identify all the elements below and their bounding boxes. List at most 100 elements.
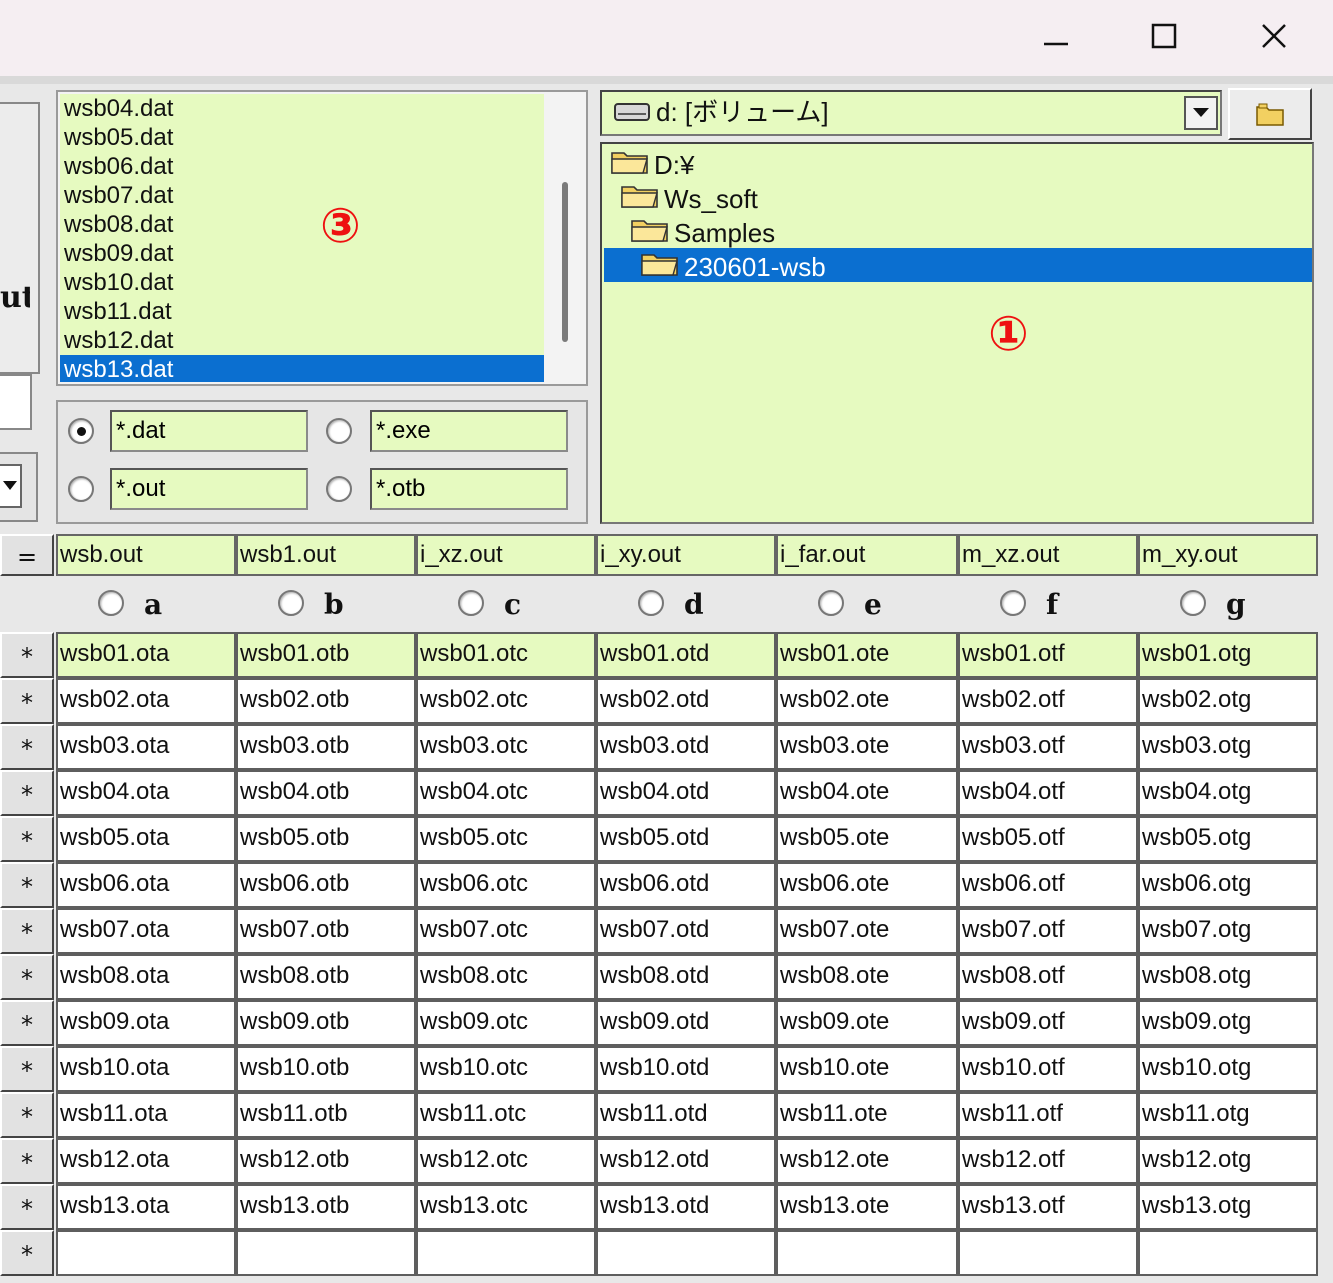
grid-cell[interactable]: wsb11.otd bbox=[596, 1092, 776, 1138]
grid-cell[interactable]: wsb04.otf bbox=[958, 770, 1138, 816]
grid-cell[interactable]: wsb13.ota bbox=[56, 1184, 236, 1230]
grid-cell[interactable]: wsb03.ota bbox=[56, 724, 236, 770]
grid-cell[interactable]: wsb10.otb bbox=[236, 1046, 416, 1092]
file-list-item[interactable]: wsb05.dat bbox=[60, 123, 544, 152]
row-select-button[interactable]: * bbox=[0, 1138, 54, 1184]
grid-cell[interactable]: wsb08.otb bbox=[236, 954, 416, 1000]
grid-cell[interactable]: wsb03.otb bbox=[236, 724, 416, 770]
grid-cell[interactable]: wsb06.otc bbox=[416, 862, 596, 908]
row-select-button[interactable]: * bbox=[0, 678, 54, 724]
grid-cell[interactable]: wsb02.ote bbox=[776, 678, 958, 724]
grid-cell[interactable]: wsb02.otf bbox=[958, 678, 1138, 724]
eq-button[interactable]: = bbox=[0, 534, 54, 576]
tree-item[interactable]: Ws_soft bbox=[620, 182, 758, 216]
grid-cell[interactable]: wsb08.otf bbox=[958, 954, 1138, 1000]
file-list-item[interactable]: wsb13.dat bbox=[60, 355, 544, 382]
file-list-item[interactable]: wsb04.dat bbox=[60, 94, 544, 123]
left-combo-arrow[interactable] bbox=[0, 464, 22, 508]
grid-cell[interactable]: wsb04.ota bbox=[56, 770, 236, 816]
filter-pattern-field[interactable]: *.dat bbox=[110, 410, 308, 452]
grid-cell[interactable]: wsb02.otb bbox=[236, 678, 416, 724]
row-select-button[interactable]: * bbox=[0, 954, 54, 1000]
grid-cell[interactable]: wsb10.otc bbox=[416, 1046, 596, 1092]
grid-cell[interactable]: wsb06.ote bbox=[776, 862, 958, 908]
grid-cell[interactable]: wsb01.ote bbox=[776, 632, 958, 678]
grid-cell[interactable]: wsb09.otb bbox=[236, 1000, 416, 1046]
grid-cell[interactable]: wsb02.otg bbox=[1138, 678, 1318, 724]
file-list[interactable]: wsb04.dat wsb05.dat wsb06.dat wsb07.dat wsb0… bbox=[60, 94, 544, 382]
grid-cell[interactable]: wsb04.otb bbox=[236, 770, 416, 816]
grid-cell[interactable]: wsb05.otd bbox=[596, 816, 776, 862]
grid-cell[interactable]: wsb07.otb bbox=[236, 908, 416, 954]
grid-cell[interactable]: wsb05.otg bbox=[1138, 816, 1318, 862]
column-header[interactable]: i_xy.out bbox=[596, 534, 776, 576]
column-header[interactable]: i_far.out bbox=[776, 534, 958, 576]
grid-cell[interactable] bbox=[416, 1230, 596, 1276]
file-list-item[interactable]: wsb10.dat bbox=[60, 268, 544, 297]
row-select-button[interactable]: * bbox=[0, 908, 54, 954]
grid-cell[interactable]: wsb01.otf bbox=[958, 632, 1138, 678]
grid-cell[interactable]: wsb10.otg bbox=[1138, 1046, 1318, 1092]
grid-cell[interactable] bbox=[958, 1230, 1138, 1276]
tree-item[interactable]: 230601-wsb bbox=[640, 250, 826, 284]
column-header[interactable]: wsb.out bbox=[56, 534, 236, 576]
grid-cell[interactable] bbox=[596, 1230, 776, 1276]
grid-cell[interactable]: wsb12.ote bbox=[776, 1138, 958, 1184]
grid-cell[interactable]: wsb13.otd bbox=[596, 1184, 776, 1230]
grid-cell[interactable]: wsb02.otd bbox=[596, 678, 776, 724]
grid-cell[interactable]: wsb10.otd bbox=[596, 1046, 776, 1092]
filter-radio[interactable] bbox=[68, 476, 94, 502]
grid-cell[interactable]: wsb05.otf bbox=[958, 816, 1138, 862]
grid-cell[interactable]: wsb06.ota bbox=[56, 862, 236, 908]
filter-pattern-field[interactable]: *.out bbox=[110, 468, 308, 510]
grid-cell[interactable]: wsb01.otg bbox=[1138, 632, 1318, 678]
close-button[interactable] bbox=[1246, 14, 1302, 58]
row-select-button[interactable]: * bbox=[0, 724, 54, 770]
file-list-item[interactable]: wsb12.dat bbox=[60, 326, 544, 355]
column-radio[interactable] bbox=[1000, 590, 1026, 616]
grid-cell[interactable]: wsb13.ote bbox=[776, 1184, 958, 1230]
grid-cell[interactable]: wsb02.otc bbox=[416, 678, 596, 724]
grid-cell[interactable]: wsb01.ota bbox=[56, 632, 236, 678]
file-list-item[interactable]: wsb07.dat bbox=[60, 181, 544, 210]
grid-cell[interactable]: wsb03.otd bbox=[596, 724, 776, 770]
filter-pattern-field[interactable]: *.otb bbox=[370, 468, 568, 510]
grid-cell[interactable]: wsb11.ota bbox=[56, 1092, 236, 1138]
grid-cell[interactable]: wsb13.otb bbox=[236, 1184, 416, 1230]
column-radio[interactable] bbox=[458, 590, 484, 616]
grid-cell[interactable]: wsb04.otc bbox=[416, 770, 596, 816]
grid-cell[interactable]: wsb03.otc bbox=[416, 724, 596, 770]
grid-cell[interactable]: wsb06.otd bbox=[596, 862, 776, 908]
grid-cell[interactable]: wsb09.otd bbox=[596, 1000, 776, 1046]
grid-cell[interactable]: wsb05.ota bbox=[56, 816, 236, 862]
grid-cell[interactable]: wsb05.ote bbox=[776, 816, 958, 862]
tree-item[interactable]: Samples bbox=[630, 216, 775, 250]
file-list-item[interactable]: wsb09.dat bbox=[60, 239, 544, 268]
minimize-button[interactable] bbox=[1028, 14, 1084, 58]
filter-radio[interactable] bbox=[326, 476, 352, 502]
grid-cell[interactable]: wsb02.ota bbox=[56, 678, 236, 724]
left-input-fragment[interactable] bbox=[0, 374, 32, 430]
grid-cell[interactable]: wsb07.ote bbox=[776, 908, 958, 954]
grid-cell[interactable]: wsb10.ote bbox=[776, 1046, 958, 1092]
row-select-button[interactable]: * bbox=[0, 632, 54, 678]
grid-cell[interactable]: wsb08.otc bbox=[416, 954, 596, 1000]
grid-cell[interactable]: wsb08.ota bbox=[56, 954, 236, 1000]
row-select-button[interactable]: * bbox=[0, 1092, 54, 1138]
grid-cell[interactable]: wsb07.otc bbox=[416, 908, 596, 954]
file-list-scroll-thumb[interactable] bbox=[562, 182, 568, 342]
grid-cell[interactable]: wsb05.otb bbox=[236, 816, 416, 862]
filter-radio[interactable] bbox=[68, 418, 94, 444]
grid-cell[interactable]: wsb04.ote bbox=[776, 770, 958, 816]
row-select-button[interactable]: * bbox=[0, 816, 54, 862]
grid-cell[interactable]: wsb12.otf bbox=[958, 1138, 1138, 1184]
tree-item[interactable]: D:¥ bbox=[610, 148, 694, 182]
grid-cell[interactable]: wsb11.otg bbox=[1138, 1092, 1318, 1138]
grid-cell[interactable]: wsb11.otc bbox=[416, 1092, 596, 1138]
grid-cell[interactable]: wsb09.ote bbox=[776, 1000, 958, 1046]
grid-cell[interactable]: wsb01.otb bbox=[236, 632, 416, 678]
grid-cell[interactable]: wsb09.ota bbox=[56, 1000, 236, 1046]
column-header[interactable]: i_xz.out bbox=[416, 534, 596, 576]
grid-cell[interactable]: wsb04.otg bbox=[1138, 770, 1318, 816]
grid-cell[interactable]: wsb09.otc bbox=[416, 1000, 596, 1046]
